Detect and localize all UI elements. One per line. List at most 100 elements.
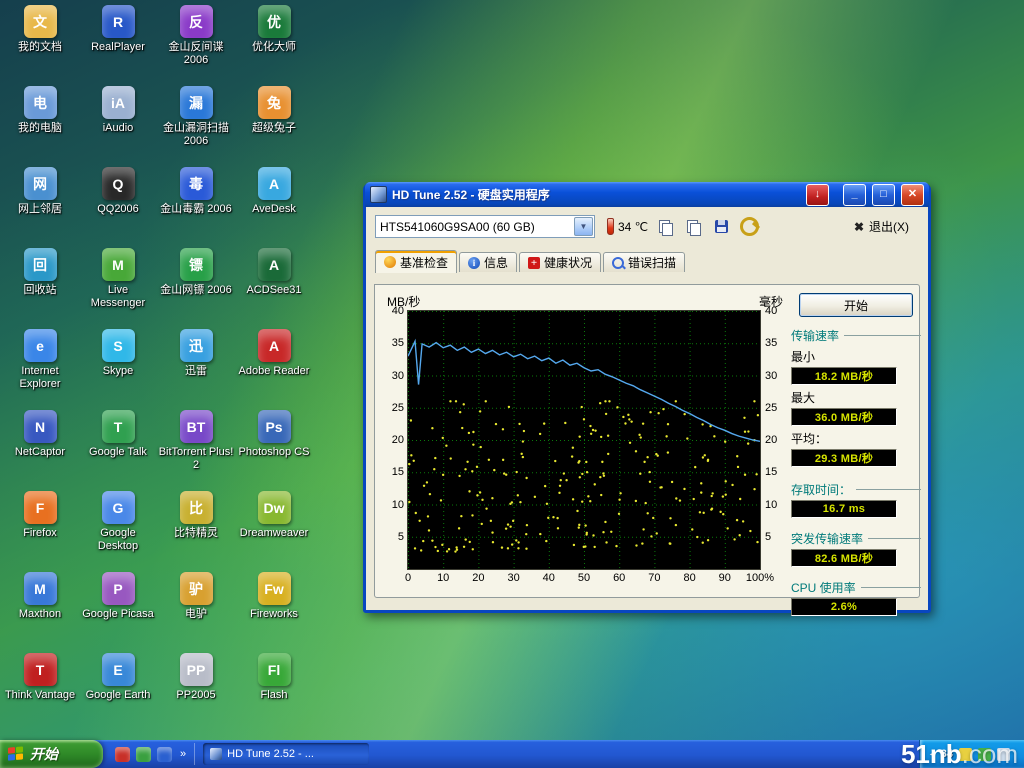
desktop-icon-label: QQ2006 (97, 203, 139, 216)
quick-launch-chevron-icon[interactable]: » (178, 748, 186, 760)
desktop-icon-google-earth[interactable]: E Google Earth (80, 653, 156, 734)
options-button[interactable] (738, 216, 760, 237)
desktop-icon-live-messenger[interactable]: M Live Messenger (80, 248, 156, 329)
desktop-icon-label: Google Desktop (80, 527, 156, 552)
window-titlebar[interactable]: HD Tune 2.52 - 硬盘实用程序 ↓ _ □ ✕ (365, 182, 929, 207)
close-button[interactable]: ✕ (901, 184, 924, 206)
desktop-icon-qq2006[interactable]: Q QQ2006 (80, 167, 156, 248)
desktop-icon-iaudio[interactable]: iA iAudio (80, 86, 156, 167)
start-benchmark-button[interactable]: 开始 (799, 293, 913, 317)
thermometer-icon (607, 218, 614, 235)
desktop-icon-label: Live Messenger (80, 284, 156, 309)
desktop-icon-photoshop-cs[interactable]: Ps Photoshop CS (236, 410, 312, 491)
desktop-icon-label: 比特精灵 (174, 527, 218, 540)
emule-icon: 驴 (180, 572, 213, 605)
toolbar: HTS541060G9SA00 (60 GB) ▼ 34 ℃ ✖ 退出(X) (375, 215, 919, 238)
chevron-down-icon[interactable]: ▼ (574, 217, 593, 236)
desktop-icon-label: RealPlayer (91, 41, 145, 54)
copy-text-button[interactable] (654, 216, 676, 237)
start-button[interactable]: 开始 (0, 740, 103, 768)
access-time-value: 16.7 ms (791, 500, 897, 518)
quick-launch-icon-2[interactable] (136, 747, 151, 762)
quick-launch-bar: » (107, 743, 195, 765)
tab-info[interactable]: i 信息 (459, 252, 517, 272)
desktop-icon-label: Dreamweaver (240, 527, 308, 540)
desktop-icon-youhua-dashi[interactable]: 优 优化大师 (236, 5, 312, 86)
flash-icon: Fl (258, 653, 291, 686)
desktop-icon-bitspirit[interactable]: 比 比特精灵 (158, 491, 234, 572)
desktop-icon-my-computer[interactable]: 电 我的电脑 (2, 86, 78, 167)
temperature-value: 34 ℃ (618, 220, 648, 234)
chart-plot-area (407, 310, 761, 570)
quick-launch-icon-1[interactable] (115, 747, 130, 762)
hdtune-window: HD Tune 2.52 - 硬盘实用程序 ↓ _ □ ✕ HTS541060G… (363, 183, 931, 613)
transfer-rate-group-title: 传输速率 (791, 327, 921, 344)
desktop-icon-my-documents[interactable]: 文 我的文档 (2, 5, 78, 86)
exit-button[interactable]: ✖ 退出(X) (844, 216, 919, 237)
bittorrent-plus-icon: BT (180, 410, 213, 443)
tab-benchmark[interactable]: 基准检查 (375, 250, 457, 273)
save-screenshot-button[interactable] (710, 216, 732, 237)
kingsoft-antispy-icon: 反 (180, 5, 213, 38)
netcaptor-icon: N (24, 410, 57, 443)
desktop-icon-google-picasa[interactable]: P Google Picasa (80, 572, 156, 653)
y-axis-right-ticks: 403530252015105 (761, 310, 787, 570)
desktop-icon-label: 电驴 (185, 608, 207, 621)
desktop-icon-fireworks[interactable]: Fw Fireworks (236, 572, 312, 653)
key-icon (740, 217, 759, 236)
desktop-icon-label: 金山网镖 2006 (160, 284, 232, 297)
desktop-icon-label: 金山反间谍 2006 (158, 41, 234, 66)
desktop-icon-think-vantage[interactable]: T Think Vantage (2, 653, 78, 734)
desktop-icon-label: 金山毒霸 2006 (160, 203, 232, 216)
desktop-icon-network-places[interactable]: 网 网上邻居 (2, 167, 78, 248)
google-talk-icon: T (102, 410, 135, 443)
desktop-icon-label: ACDSee31 (246, 284, 301, 297)
desktop-icon-label: 金山漏洞扫描 2006 (158, 122, 234, 147)
desktop-icon-xunlei[interactable]: 迅 迅雷 (158, 329, 234, 410)
copy-image-icon (687, 220, 699, 234)
drive-select-dropdown[interactable]: HTS541060G9SA00 (60 GB) ▼ (375, 215, 595, 238)
kingsoft-netguard-icon: 镖 (180, 248, 213, 281)
desktop-icon-label: 优化大师 (252, 41, 296, 54)
maximize-button[interactable]: □ (872, 184, 895, 206)
desktop-icon-flash[interactable]: Fl Flash (236, 653, 312, 734)
tab-health[interactable]: + 健康状况 (519, 252, 601, 272)
desktop-icon-google-desktop[interactable]: G Google Desktop (80, 491, 156, 572)
desktop-icon-label: BitTorrent Plus! 2 (158, 446, 234, 471)
desktop-icon-skype[interactable]: S Skype (80, 329, 156, 410)
desktop-icon-kingsoft-scan[interactable]: 漏 金山漏洞扫描 2006 (158, 86, 234, 167)
desktop-icon-acdsee31[interactable]: A ACDSee31 (236, 248, 312, 329)
copy-image-button[interactable] (682, 216, 704, 237)
desktop-icon-dreamweaver[interactable]: Dw Dreamweaver (236, 491, 312, 572)
desktop-icon-internet-explorer[interactable]: e Internet Explorer (2, 329, 78, 410)
desktop-icon-super-rabbit[interactable]: 兔 超级兔子 (236, 86, 312, 167)
avedesk-icon: A (258, 167, 291, 200)
taskbar-task-hdtune[interactable]: HD Tune 2.52 - ... (203, 743, 369, 765)
desktop-icon-adobe-reader[interactable]: A Adobe Reader (236, 329, 312, 410)
desktop-icon-kingsoft-netguard[interactable]: 镖 金山网镖 2006 (158, 248, 234, 329)
desktop-icon-label: 网上邻居 (18, 203, 62, 216)
tab-scan[interactable]: 错误扫描 (603, 252, 685, 272)
desktop-icon-netcaptor[interactable]: N NetCaptor (2, 410, 78, 491)
desktop-icon-avedesk[interactable]: A AveDesk (236, 167, 312, 248)
update-button[interactable]: ↓ (806, 184, 829, 206)
cpu-usage-value: 2.6% (791, 598, 897, 616)
desktop-icon-emule[interactable]: 驴 电驴 (158, 572, 234, 653)
task-button-label: HD Tune 2.52 - ... (227, 748, 314, 760)
desktop-icon-realplayer[interactable]: R RealPlayer (80, 5, 156, 86)
network-places-icon: 网 (24, 167, 57, 200)
avg-value: 29.3 MB/秒 (791, 449, 897, 467)
desktop-icon-bittorrent-plus[interactable]: BT BitTorrent Plus! 2 (158, 410, 234, 491)
desktop-icon-pp2005[interactable]: PP PP2005 (158, 653, 234, 734)
desktop-icon-label: Google Talk (89, 446, 147, 459)
desktop-icon-google-talk[interactable]: T Google Talk (80, 410, 156, 491)
minimize-button[interactable]: _ (843, 184, 866, 206)
desktop-icon-kingsoft-antispy[interactable]: 反 金山反间谍 2006 (158, 5, 234, 86)
desktop-icon-firefox[interactable]: F Firefox (2, 491, 78, 572)
desktop-icon-kingsoft-duba[interactable]: 毒 金山毒霸 2006 (158, 167, 234, 248)
my-documents-icon: 文 (24, 5, 57, 38)
quick-launch-icon-3[interactable] (157, 747, 172, 762)
access-time-group-title: 存取时间： (791, 481, 921, 498)
desktop-icon-recycle-bin[interactable]: 回 回收站 (2, 248, 78, 329)
desktop-icon-maxthon[interactable]: M Maxthon (2, 572, 78, 653)
